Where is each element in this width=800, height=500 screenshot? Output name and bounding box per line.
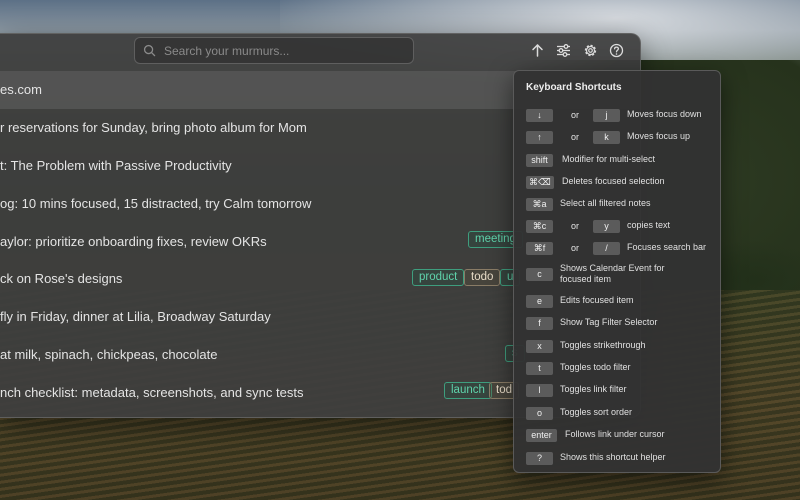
note-text: r reservations for Sunday, bring photo a… <box>0 120 307 135</box>
shortcut-description: Moves focus up <box>627 131 690 141</box>
help-icon <box>608 42 625 59</box>
shortcut-description: Select all filtered notes <box>560 198 651 208</box>
shortcut-key: ⌘f <box>526 242 553 255</box>
shortcut-row: ⌘f or / <box>526 241 620 255</box>
shortcut-description: Shows this shortcut helper <box>560 452 666 462</box>
shortcut-row: f <box>526 316 553 330</box>
keyboard-shortcuts-popover: Keyboard Shortcuts ↓ or j Moves focus do… <box>513 70 721 473</box>
note-text: aylor: prioritize onboarding fixes, revi… <box>0 234 267 249</box>
shortcut-key: / <box>593 242 620 255</box>
shortcut-key: ⌘c <box>526 220 553 233</box>
search-icon <box>143 44 156 57</box>
sliders-icon <box>555 42 572 59</box>
shortcut-key: j <box>593 109 620 122</box>
settings-button[interactable] <box>582 42 599 59</box>
gear-icon <box>582 42 599 59</box>
shortcut-description: Deletes focused selection <box>562 176 665 186</box>
or-label: or <box>571 243 579 253</box>
note-text: at milk, spinach, chickpeas, chocolate <box>0 347 218 362</box>
shortcut-row: ⌘⌫ <box>526 175 554 189</box>
shortcut-row: shift <box>526 153 553 167</box>
shortcut-key: c <box>526 268 553 281</box>
shortcut-row: ↑ or k <box>526 130 620 144</box>
shortcut-key: x <box>526 340 553 353</box>
or-label: or <box>571 110 579 120</box>
note-text: es.com <box>0 82 42 97</box>
note-text: nch checklist: metadata, screenshots, an… <box>0 385 303 400</box>
shortcut-description: Shows Calendar Event for <box>560 263 665 273</box>
shortcut-description: Follows link under cursor <box>565 429 665 439</box>
tag-badge[interactable]: launch <box>444 382 492 399</box>
shortcut-description: Edits focused item <box>560 295 634 305</box>
shortcut-row: t <box>526 361 553 375</box>
shortcut-key: ⌘⌫ <box>526 176 554 189</box>
shortcut-key: e <box>526 295 553 308</box>
shortcut-row: ↓ or j <box>526 108 620 122</box>
help-button[interactable] <box>608 42 625 59</box>
shortcut-row: x <box>526 339 553 353</box>
or-label: or <box>571 132 579 142</box>
tag-badge[interactable]: product <box>412 269 464 286</box>
note-text: fly in Friday, dinner at Lilia, Broadway… <box>0 309 271 324</box>
shortcut-key: ? <box>526 452 553 465</box>
shortcut-row: ? <box>526 451 553 465</box>
shortcut-description: Focuses search bar <box>627 242 706 252</box>
shortcut-key: ⌘a <box>526 198 553 211</box>
shortcut-description-line2: focused item <box>560 274 611 284</box>
shortcut-key: ↑ <box>526 131 553 144</box>
shortcut-row: l <box>526 383 553 397</box>
shortcut-key: o <box>526 407 553 420</box>
shortcut-row: ⌘a <box>526 197 553 211</box>
shortcut-row: ⌘c or y <box>526 219 620 233</box>
shortcut-description: Toggles link filter <box>560 384 627 394</box>
note-text: t: The Problem with Passive Productivity <box>0 158 232 173</box>
shortcut-row: e <box>526 294 553 308</box>
shortcut-key: y <box>593 220 620 233</box>
shortcut-description: Moves focus down <box>627 109 702 119</box>
shortcut-key: t <box>526 362 553 375</box>
note-text: og: 10 mins focused, 15 distracted, try … <box>0 196 311 211</box>
shortcut-description: Show Tag Filter Selector <box>560 317 657 327</box>
arrow-up-icon <box>529 42 546 59</box>
or-label: or <box>571 221 579 231</box>
note-text: ck on Rose's designs <box>0 271 122 286</box>
shortcut-key: ↓ <box>526 109 553 122</box>
shortcut-key: enter <box>526 429 557 442</box>
shortcut-description: Toggles strikethrough <box>560 340 646 350</box>
search-input[interactable] <box>162 43 413 59</box>
shortcut-row: c <box>526 267 553 281</box>
shortcut-description: Toggles sort order <box>560 407 632 417</box>
shortcut-row: o <box>526 406 553 420</box>
shortcut-description: copies text <box>627 220 670 230</box>
filter-button[interactable] <box>555 42 572 59</box>
tag-badge[interactable]: todo <box>464 269 500 286</box>
search-bar[interactable] <box>134 37 414 64</box>
shortcut-row: enter <box>526 428 557 442</box>
shortcut-description: Toggles todo filter <box>560 362 631 372</box>
shortcut-description: Modifier for multi-select <box>562 154 655 164</box>
shortcut-key: f <box>526 317 553 330</box>
sort-toggle-button[interactable] <box>529 42 546 59</box>
shortcut-key: k <box>593 131 620 144</box>
popover-title: Keyboard Shortcuts <box>526 82 622 93</box>
shortcut-key: shift <box>526 154 553 167</box>
shortcut-key: l <box>526 384 553 397</box>
